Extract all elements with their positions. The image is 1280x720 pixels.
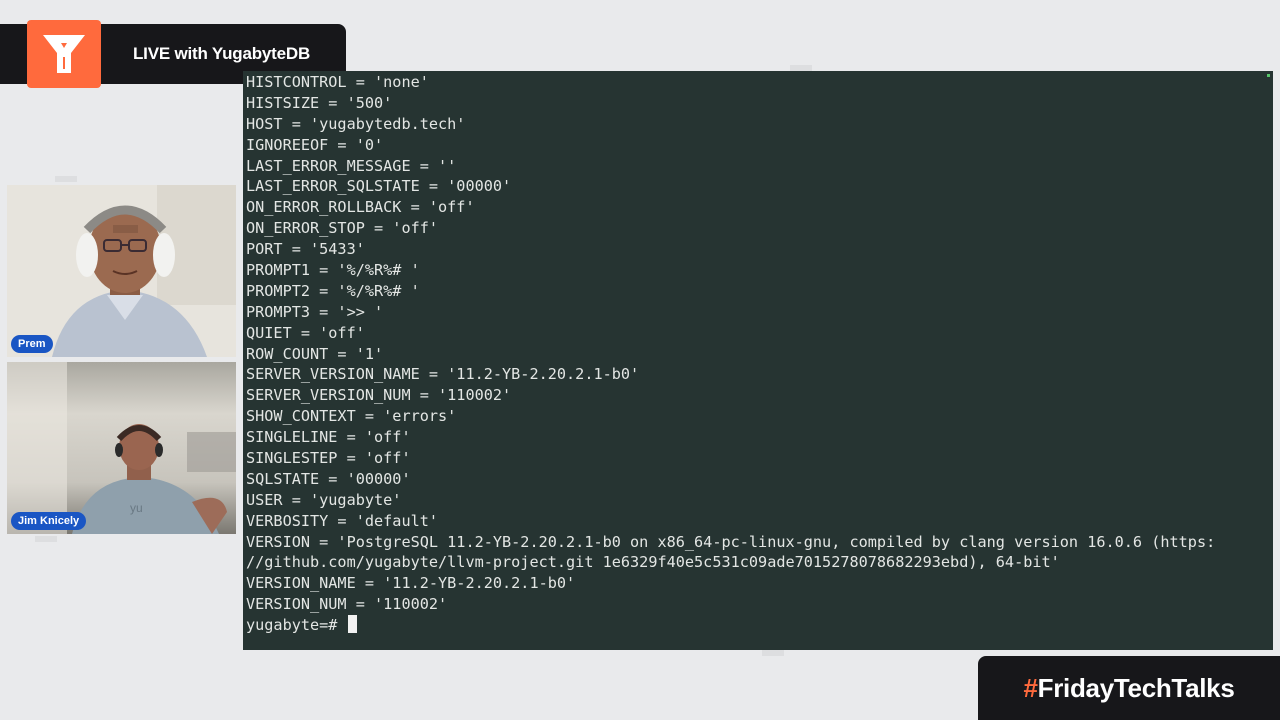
tile-grip — [35, 536, 57, 542]
terminal-line: PROMPT3 = '>> ' — [246, 302, 384, 321]
svg-text:yu: yu — [130, 501, 143, 515]
terminal-line: PROMPT2 = '%/%R%# ' — [246, 281, 420, 300]
terminal-line: ROW_COUNT = '1' — [246, 344, 384, 363]
video-tile-jim-knicely[interactable]: yu Jim Knicely — [7, 362, 236, 534]
terminal-line: QUIET = 'off' — [246, 323, 365, 342]
hashtag-symbol: # — [1023, 672, 1038, 703]
terminal-line: ON_ERROR_STOP = 'off' — [246, 219, 439, 238]
terminal-line: //github.com/yugabyte/llvm-project.git 1… — [246, 553, 1060, 572]
yugabyte-logo — [27, 20, 101, 88]
hashtag-text: FridayTechTalks — [1037, 672, 1235, 703]
terminal-line: SINGLESTEP = 'off' — [246, 449, 411, 468]
tile-grip — [55, 176, 77, 182]
terminal-output: HISTCONTROL = 'none' HISTSIZE = '500' HOST… — [246, 71, 1215, 636]
live-title: LIVE with YugabyteDB — [133, 44, 311, 63]
hashtag-banner: # FridayTechTalks — [978, 656, 1280, 720]
terminal-line: VERSION_NAME = '11.2-YB-2.20.2.1-b0' — [246, 574, 576, 593]
video-tile-prem[interactable]: Prem — [7, 185, 236, 357]
terminal-line: USER = 'yugabyte' — [246, 490, 402, 509]
terminal-line: LAST_ERROR_SQLSTATE = '00000' — [246, 177, 512, 196]
terminal-line: ON_ERROR_ROLLBACK = 'off' — [246, 198, 475, 217]
terminal-line: PROMPT1 = '%/%R%# ' — [246, 261, 420, 280]
window-grip — [762, 650, 784, 656]
terminal-line: SINGLELINE = 'off' — [246, 428, 411, 447]
terminal-prompt-line[interactable]: yugabyte=# — [246, 615, 1215, 636]
terminal-cursor — [347, 615, 357, 634]
terminal-line: SHOW_CONTEXT = 'errors' — [246, 407, 457, 426]
terminal-line: VERSION = 'PostgreSQL 11.2-YB-2.20.2.1-b… — [246, 532, 1216, 551]
participant-name-tag: Jim Knicely — [11, 512, 87, 530]
terminal-line: HISTCONTROL = 'none' — [246, 73, 429, 91]
terminal-line: LAST_ERROR_MESSAGE = '' — [246, 156, 457, 175]
terminal-line: PORT = '5433' — [246, 240, 365, 259]
terminal-prompt: yugabyte=# — [246, 616, 347, 635]
terminal-line: HISTSIZE = '500' — [246, 93, 393, 112]
status-dot — [1267, 74, 1270, 77]
participant-video: yu — [7, 362, 236, 534]
terminal-window[interactable]: HISTCONTROL = 'none' HISTSIZE = '500' HOST… — [243, 71, 1273, 650]
participant-name-tag: Prem — [11, 335, 53, 353]
terminal-line: HOST = 'yugabytedb.tech' — [246, 114, 466, 133]
terminal-line: VERBOSITY = 'default' — [246, 511, 439, 530]
participant-video — [7, 185, 236, 357]
terminal-line: SERVER_VERSION_NUM = '110002' — [246, 386, 512, 405]
terminal-line: SERVER_VERSION_NAME = '11.2-YB-2.20.2.1-… — [246, 365, 640, 384]
terminal-line: VERSION_NUM = '110002' — [246, 595, 448, 614]
terminal-line: SQLSTATE = '00000' — [246, 469, 411, 488]
terminal-line: IGNOREEOF = '0' — [246, 135, 384, 154]
